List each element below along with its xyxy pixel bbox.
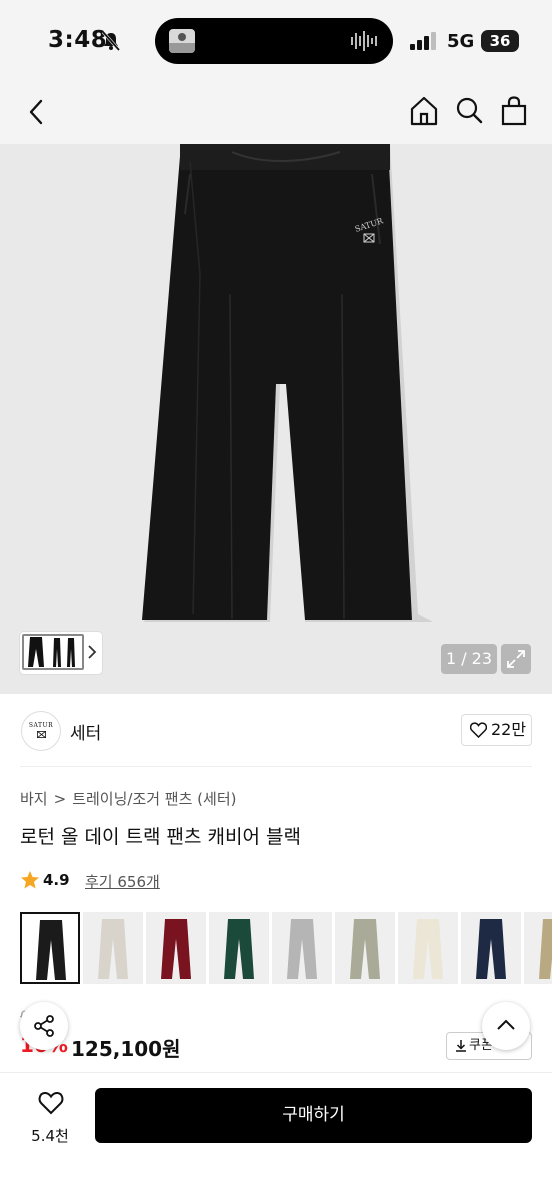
status-time: 3:48 (48, 27, 108, 53)
search-icon[interactable] (455, 96, 483, 126)
brand-like-button[interactable]: 22만 (461, 714, 532, 746)
heart-icon (38, 1091, 64, 1115)
wishlist-button[interactable]: 5.4천 (20, 1091, 80, 1151)
color-option-green[interactable] (209, 912, 269, 984)
brand-name[interactable]: 세터 (70, 719, 101, 744)
color-options (20, 912, 552, 984)
product-main-image: SATUR (142, 144, 433, 622)
color-option-sage[interactable] (335, 912, 395, 984)
dynamic-island (155, 18, 393, 64)
color-option-ivory[interactable] (398, 912, 458, 984)
top-nav-bar (0, 82, 552, 144)
rating-score: 4.9 (43, 871, 70, 889)
thumbnail-selected[interactable] (22, 634, 84, 670)
sale-price: 125,100원 (71, 1037, 181, 1061)
breadcrumb-subcategory[interactable]: 트레이닝/조거 팬츠 (세터) (72, 790, 236, 808)
signal-icon (410, 32, 436, 50)
chevron-left-icon[interactable] (26, 98, 46, 126)
expand-button[interactable] (501, 644, 531, 674)
download-icon (456, 1040, 466, 1052)
breadcrumb-category[interactable]: 바지 (20, 790, 48, 808)
divider (20, 766, 532, 767)
shopping-bag-icon[interactable] (501, 96, 527, 126)
share-icon (34, 1015, 54, 1037)
brand-like-count: 22만 (491, 720, 527, 739)
chevron-up-icon (497, 1019, 515, 1030)
chevron-right-icon[interactable] (87, 644, 97, 660)
breadcrumb-separator: > (53, 790, 67, 808)
product-image-gallery[interactable]: SATUR 1 / 23 (0, 144, 552, 694)
battery-indicator: 36 (481, 30, 519, 52)
now-playing-thumbnail (169, 29, 195, 53)
expand-icon (507, 650, 525, 668)
color-option-navy[interactable] (461, 912, 521, 984)
color-option-khaki[interactable] (524, 912, 552, 984)
brand-row: SATUR 세터 22만 (0, 694, 552, 766)
status-bar: 3:48 5G 36 (0, 0, 552, 82)
image-thumbnail-strip[interactable] (20, 632, 102, 674)
star-icon (21, 871, 39, 889)
buy-button[interactable]: 구매하기 (95, 1088, 532, 1143)
scroll-top-button[interactable] (482, 1002, 530, 1050)
breadcrumb: 바지 > 트레이닝/조거 팬츠 (세터) (20, 788, 236, 809)
audio-wave-icon (351, 31, 377, 51)
network-type: 5G (447, 31, 475, 52)
bottom-action-bar: 5.4천 구매하기 (0, 1072, 552, 1201)
product-title: 로턴 올 데이 트랙 팬츠 캐비어 블랙 (20, 826, 301, 848)
color-option-grey[interactable] (272, 912, 332, 984)
wishlist-count: 5.4천 (31, 1127, 69, 1145)
color-option-model-light[interactable] (83, 912, 143, 984)
review-count-link[interactable]: 후기 656개 (85, 871, 160, 892)
home-icon[interactable] (410, 96, 438, 126)
bell-slash-icon (102, 31, 120, 51)
color-option-burgundy[interactable] (146, 912, 206, 984)
share-button[interactable] (20, 1002, 68, 1050)
heart-icon (470, 722, 487, 738)
image-pager: 1 / 23 (441, 644, 497, 674)
brand-logo[interactable]: SATUR (21, 711, 61, 751)
color-option-black[interactable] (20, 912, 80, 984)
